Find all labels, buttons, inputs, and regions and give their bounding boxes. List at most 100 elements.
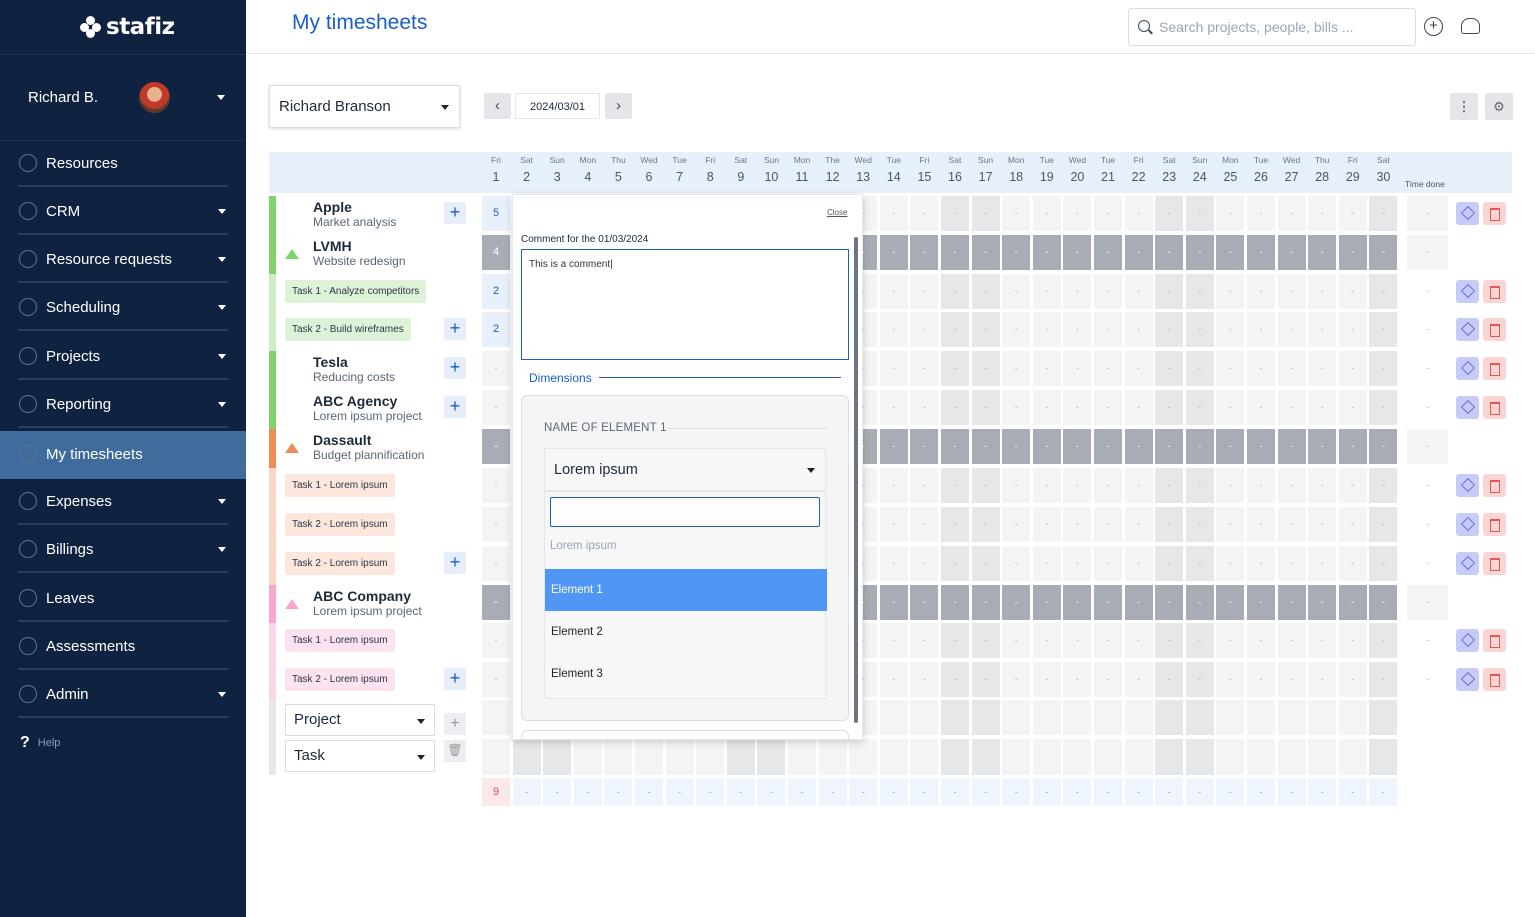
time-cell[interactable] [1094, 700, 1122, 735]
time-cell[interactable]: - [1277, 390, 1306, 425]
time-cell[interactable] [482, 739, 510, 775]
time-cell[interactable]: - [1032, 507, 1061, 542]
time-cell[interactable]: - [1063, 235, 1092, 270]
time-cell[interactable] [971, 700, 1000, 735]
time-cell[interactable]: - [941, 546, 969, 581]
time-cell[interactable]: - [879, 662, 908, 697]
time-cell[interactable]: - [1094, 507, 1122, 542]
time-cell[interactable]: - [879, 196, 908, 231]
time-cell[interactable]: - [1185, 507, 1214, 542]
time-cell[interactable]: - [1216, 623, 1245, 658]
time-cell[interactable]: - [1308, 274, 1337, 309]
time-cell[interactable]: - [1032, 585, 1061, 620]
time-cell[interactable]: - [1032, 312, 1061, 347]
time-cell[interactable] [1216, 739, 1245, 775]
time-cell[interactable] [941, 739, 969, 775]
time-cell[interactable]: - [1247, 196, 1275, 231]
time-cell[interactable]: - [1277, 585, 1306, 620]
search-input[interactable]: Search projects, people, bills ... [1128, 8, 1416, 46]
time-cell[interactable]: - [1185, 274, 1214, 309]
time-cell[interactable]: - [1369, 546, 1398, 581]
time-cell[interactable]: - [1247, 312, 1275, 347]
time-cell[interactable]: - [1032, 235, 1061, 270]
time-cell[interactable]: - [1369, 623, 1398, 658]
time-cell[interactable]: - [1308, 468, 1337, 503]
time-cell[interactable]: - [1369, 429, 1398, 464]
task-chip[interactable]: Task 1 - Lorem ipsum [285, 474, 395, 497]
trash-icon[interactable]: 🗑 [444, 740, 466, 762]
next-month-button[interactable]: › [605, 93, 632, 119]
time-cell[interactable] [757, 739, 786, 775]
time-cell[interactable]: - [482, 546, 510, 581]
time-cell[interactable]: - [1216, 662, 1245, 697]
project-name[interactable]: Tesla [313, 354, 348, 370]
time-cell[interactable]: - [1002, 623, 1031, 658]
time-cell[interactable]: - [1308, 507, 1337, 542]
time-cell[interactable]: - [1155, 235, 1184, 270]
time-cell[interactable]: - [879, 235, 908, 270]
time-cell[interactable]: - [1216, 507, 1245, 542]
time-cell[interactable]: - [1308, 196, 1337, 231]
time-cell[interactable]: - [482, 507, 510, 542]
time-cell[interactable]: - [1002, 662, 1031, 697]
time-cell[interactable]: - [1094, 468, 1122, 503]
time-cell[interactable]: - [971, 546, 1000, 581]
time-cell[interactable]: - [971, 623, 1000, 658]
time-cell[interactable]: - [1216, 351, 1245, 386]
time-cell[interactable] [1155, 700, 1184, 735]
time-cell[interactable]: - [1124, 235, 1153, 270]
time-cell[interactable] [1002, 739, 1031, 775]
time-cell[interactable]: - [1124, 546, 1153, 581]
time-cell[interactable] [941, 700, 969, 735]
time-cell[interactable]: - [1247, 507, 1275, 542]
time-cell[interactable] [1277, 739, 1306, 775]
time-cell[interactable] [665, 739, 694, 775]
time-cell[interactable]: 4 [482, 235, 510, 270]
time-cell[interactable]: - [1032, 351, 1061, 386]
time-cell[interactable]: - [1032, 468, 1061, 503]
time-cell[interactable]: - [482, 662, 510, 697]
time-cell[interactable]: - [1338, 235, 1367, 270]
time-cell[interactable]: - [1155, 546, 1184, 581]
time-cell[interactable]: - [971, 507, 1000, 542]
time-cell[interactable] [971, 739, 1000, 775]
time-cell[interactable]: - [1338, 546, 1367, 581]
time-cell[interactable] [910, 739, 939, 775]
time-cell[interactable]: - [482, 390, 510, 425]
time-cell[interactable]: - [1369, 585, 1398, 620]
time-cell[interactable]: - [1216, 585, 1245, 620]
time-cell[interactable]: - [1124, 312, 1153, 347]
time-cell[interactable]: - [941, 585, 969, 620]
sidebar-item[interactable]: Billings [18, 527, 228, 573]
time-cell[interactable]: - [941, 662, 969, 697]
time-cell[interactable]: - [1032, 662, 1061, 697]
time-cell[interactable]: - [482, 468, 510, 503]
time-cell[interactable]: - [1094, 662, 1122, 697]
time-cell[interactable]: - [1338, 429, 1367, 464]
time-cell[interactable]: - [1002, 274, 1031, 309]
time-cell[interactable]: - [1124, 429, 1153, 464]
time-cell[interactable]: - [1185, 468, 1214, 503]
sidebar-item[interactable]: Resource requests [18, 237, 228, 283]
time-cell[interactable] [1185, 700, 1214, 735]
time-cell[interactable]: - [1124, 196, 1153, 231]
add-task-button[interactable]: + [444, 552, 466, 574]
time-cell[interactable]: - [1155, 390, 1184, 425]
time-cell[interactable]: - [1185, 546, 1214, 581]
time-cell[interactable]: - [1369, 196, 1398, 231]
time-cell[interactable] [1369, 739, 1398, 775]
brand-logo[interactable]: stafiz [80, 12, 175, 42]
collapse-toggle-icon[interactable] [285, 599, 299, 609]
time-cell[interactable]: - [1216, 196, 1245, 231]
time-cell[interactable]: - [1185, 390, 1214, 425]
time-cell[interactable]: - [1185, 585, 1214, 620]
time-cell[interactable]: - [1032, 623, 1061, 658]
time-cell[interactable]: - [1094, 623, 1122, 658]
time-cell[interactable]: - [879, 312, 908, 347]
time-cell[interactable] [879, 700, 908, 735]
time-cell[interactable]: - [910, 507, 939, 542]
time-cell[interactable]: - [1094, 390, 1122, 425]
time-cell[interactable] [1338, 700, 1367, 735]
time-cell[interactable]: - [1063, 468, 1092, 503]
time-cell[interactable]: - [1277, 507, 1306, 542]
